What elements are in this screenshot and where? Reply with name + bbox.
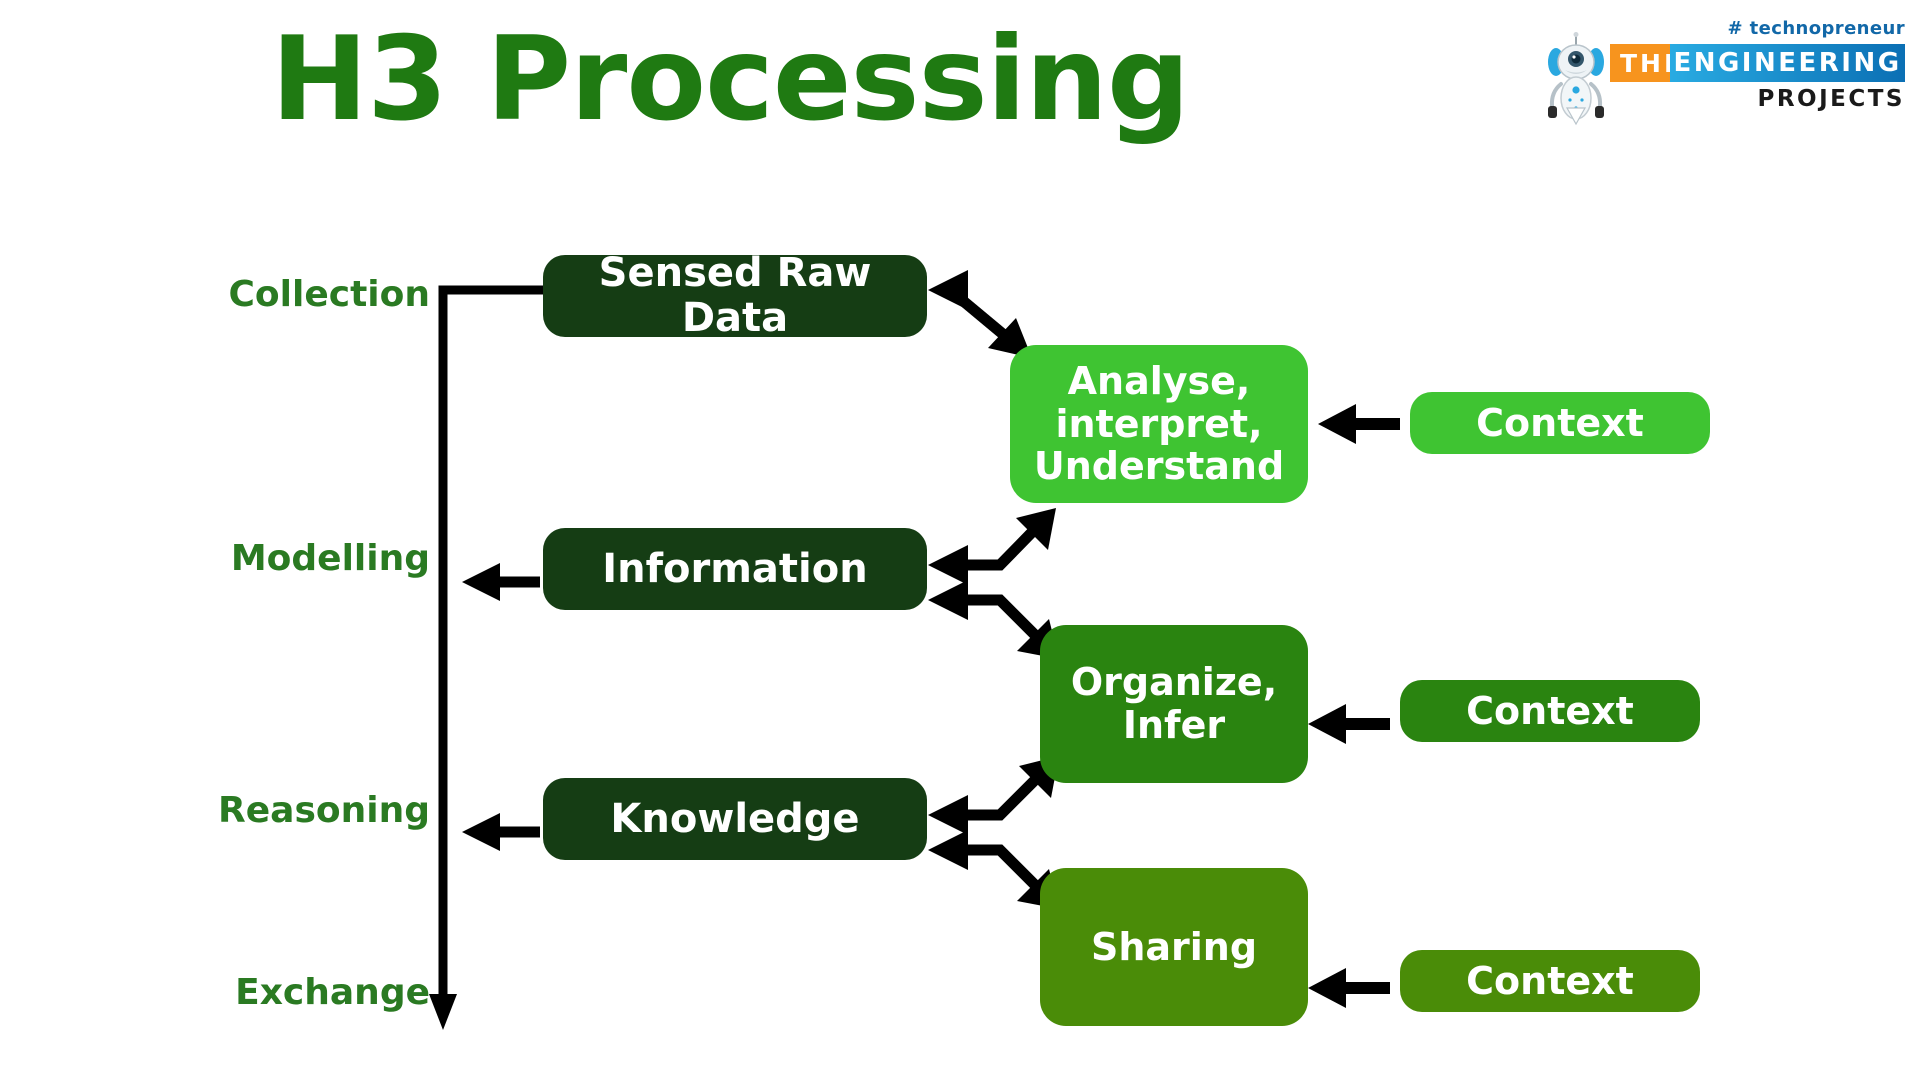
connector-stage-spine: [429, 285, 543, 1030]
node-sensed-raw-data[interactable]: Sensed Raw Data: [543, 251, 927, 340]
node-organize-infer[interactable]: Organize, Infer: [1040, 625, 1308, 783]
node-context-organize[interactable]: Context: [1400, 680, 1700, 742]
stage-label-collection: Collection: [228, 274, 431, 315]
connector-context-analyse: [1318, 404, 1400, 444]
node-knowledge[interactable]: Knowledge: [543, 778, 927, 860]
connector-information-analyse: [928, 508, 1056, 585]
node-analyse-interpret-understand[interactable]: Analyse, interpret, Understand: [1010, 345, 1308, 503]
logo-hashtag-text: # technopreneur: [1727, 18, 1905, 39]
node-context-analyse[interactable]: Context: [1410, 392, 1710, 454]
robot-mascot-icon: [1548, 32, 1604, 126]
connector-context-organize: [1308, 704, 1390, 744]
logo-projects-text: PROJECTS: [1757, 86, 1905, 112]
stage-label-exchange: Exchange: [235, 972, 430, 1013]
connector-knowledge-organize: [928, 756, 1059, 835]
page-title: H3 Processing: [270, 12, 1190, 147]
brand-logo: # technopreneur THE ENGINEERING PROJECTS: [1545, 18, 1905, 128]
node-context-sharing[interactable]: Context: [1400, 950, 1700, 1012]
connector-rawdata-analyse: [928, 270, 1032, 358]
node-sharing[interactable]: Sharing: [1040, 868, 1308, 1026]
connector-context-sharing: [1308, 968, 1390, 1008]
connector-knowledge-reasoning: [462, 813, 540, 851]
connector-information-modelling: [462, 563, 540, 601]
node-information[interactable]: Information: [543, 528, 927, 610]
stage-label-modelling: Modelling: [230, 538, 430, 579]
logo-engineering-badge: ENGINEERING: [1670, 44, 1905, 82]
stage-label-reasoning: Reasoning: [218, 790, 430, 831]
